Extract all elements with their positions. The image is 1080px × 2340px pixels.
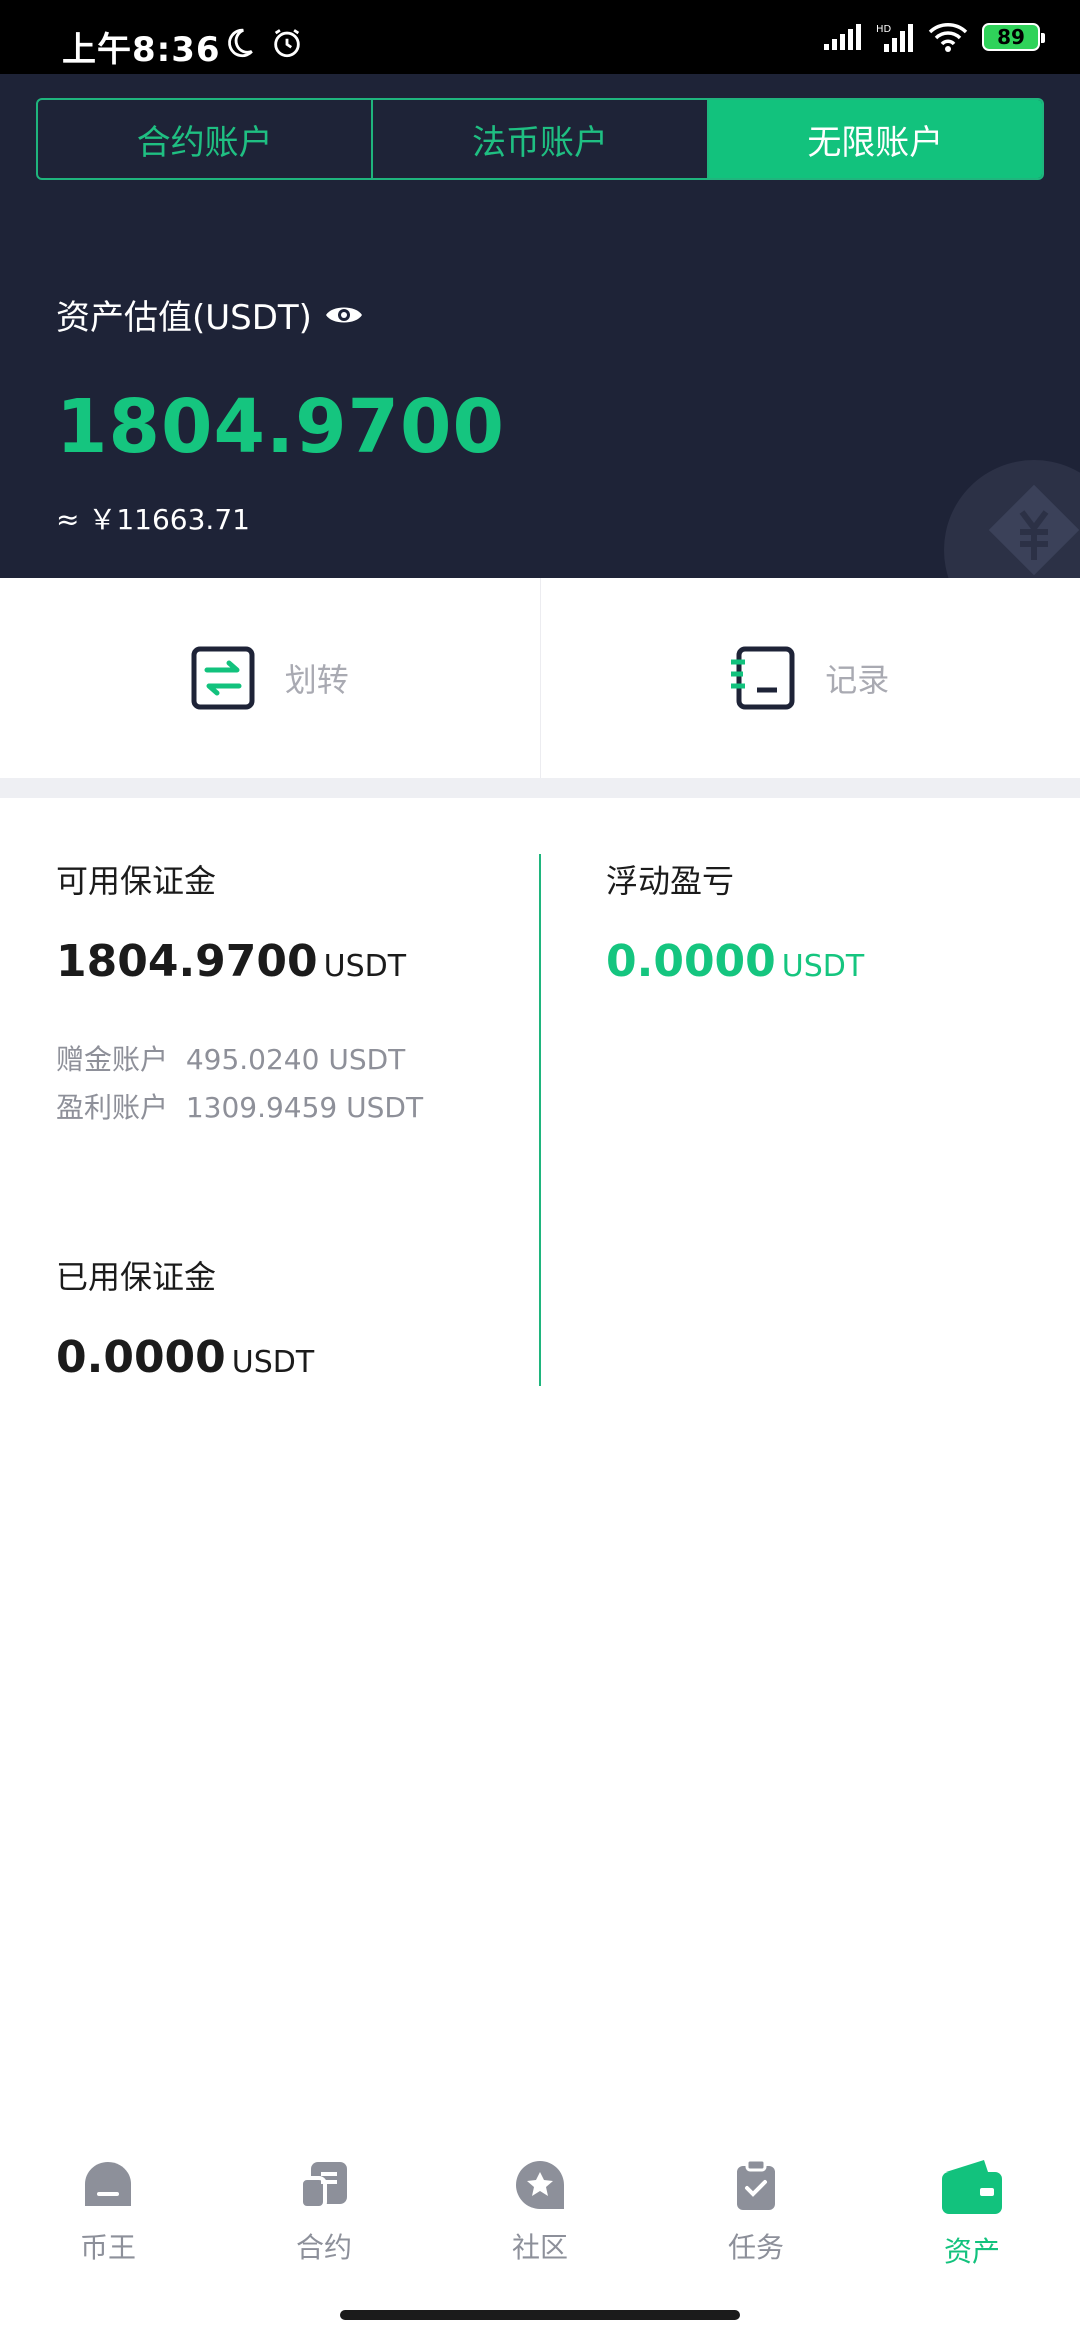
yuan-badge-icon (944, 460, 1080, 578)
records-button[interactable]: 记录 (541, 578, 1080, 778)
transfer-label: 划转 (284, 661, 349, 699)
account-tabs: 合约账户 法币账户 无限账户 (36, 98, 1044, 180)
available-margin-value-row: 1804.9700 USDT (56, 936, 406, 987)
nav-label-assets: 资产 (943, 2235, 1000, 2268)
profit-account-label: 盈利账户 (56, 1091, 169, 1124)
nav-label-community: 社区 (511, 2231, 568, 2264)
nav-item-contract[interactable]: 合约 (216, 2140, 432, 2290)
asset-value: 1804.9700 (56, 384, 506, 470)
transfer-icon (191, 646, 255, 710)
eye-icon[interactable] (324, 301, 364, 329)
battery-indicator: 89 (982, 23, 1045, 51)
column-divider (539, 854, 541, 1386)
floating-pnl-title: 浮动盈亏 (606, 862, 735, 900)
bonus-account-row: 赠金账户 495.0240 USDT (56, 1038, 405, 1078)
nav-label-tasks: 任务 (727, 2231, 784, 2264)
records-label: 记录 (825, 661, 890, 699)
nav-item-home[interactable]: 币王 (0, 2140, 216, 2290)
wallet-icon (942, 2160, 1002, 2214)
wifi-icon (928, 23, 968, 52)
available-margin-value: 1804.9700 (56, 936, 318, 987)
used-margin-value-row: 0.0000 USDT (56, 1332, 314, 1383)
asset-label-row: 资产估值(USDT) (56, 290, 364, 339)
nav-item-tasks[interactable]: 任务 (648, 2140, 864, 2290)
section-divider (0, 778, 1080, 798)
contract-icon (299, 2162, 347, 2210)
hd-signal-icon: HD (876, 24, 913, 52)
profit-account-row: 盈利账户 1309.9459 USDT (56, 1086, 423, 1126)
home-indicator[interactable] (340, 2310, 740, 2320)
transfer-button[interactable]: 划转 (0, 578, 541, 778)
nav-label-contract: 合约 (295, 2231, 352, 2264)
status-right: HD 89 (824, 22, 1045, 52)
nav-item-assets[interactable]: 资产 (864, 2140, 1080, 2290)
svg-text:HD: HD (876, 24, 892, 35)
moon-icon (228, 28, 253, 58)
tab-fiat-account[interactable]: 法币账户 (373, 100, 709, 178)
margin-section: 可用保证金 1804.9700 USDT 赠金账户 495.0240 USDT 盈… (0, 798, 1080, 1398)
available-margin-title: 可用保证金 (56, 862, 217, 900)
alarm-icon (274, 29, 300, 58)
status-left-icons (222, 26, 304, 60)
used-margin-unit: USDT (231, 1345, 315, 1380)
floating-pnl-unit: USDT (781, 949, 865, 984)
floating-pnl-value-row: 0.0000 USDT (606, 936, 864, 987)
records-icon (731, 646, 795, 710)
signal-icon (824, 24, 861, 50)
action-row: 划转 记录 (0, 578, 1080, 778)
profit-account-value: 1309.9459 USDT (185, 1091, 424, 1124)
asset-header: 合约账户 法币账户 无限账户 资产估值(USDT) 1804.9700 ≈ ￥1… (0, 74, 1080, 578)
asset-label: 资产估值(USDT) (56, 298, 312, 338)
bonus-account-value: 495.0240 USDT (185, 1043, 406, 1076)
bonus-account-label: 赠金账户 (56, 1043, 169, 1076)
nav-label-home: 币王 (79, 2231, 136, 2264)
status-time: 上午8:36 (62, 30, 221, 70)
tab-contract-account[interactable]: 合约账户 (38, 100, 374, 178)
home-icon (85, 2162, 131, 2206)
bottom-nav: 币王 合约 社区 任务 资产 (0, 2140, 1080, 2290)
used-margin-title: 已用保证金 (56, 1258, 217, 1296)
floating-pnl-value: 0.0000 (606, 936, 776, 987)
used-margin-value: 0.0000 (56, 1332, 226, 1383)
task-clipboard-icon (737, 2158, 775, 2210)
community-star-icon (516, 2161, 564, 2209)
asset-cny-value: ≈ ￥11663.71 (56, 503, 250, 536)
available-margin-unit: USDT (323, 949, 407, 984)
nav-item-community[interactable]: 社区 (432, 2140, 648, 2290)
status-bar: 上午8:36 HD 89 (0, 0, 1080, 74)
tab-unlimited-account[interactable]: 无限账户 (708, 100, 1042, 178)
